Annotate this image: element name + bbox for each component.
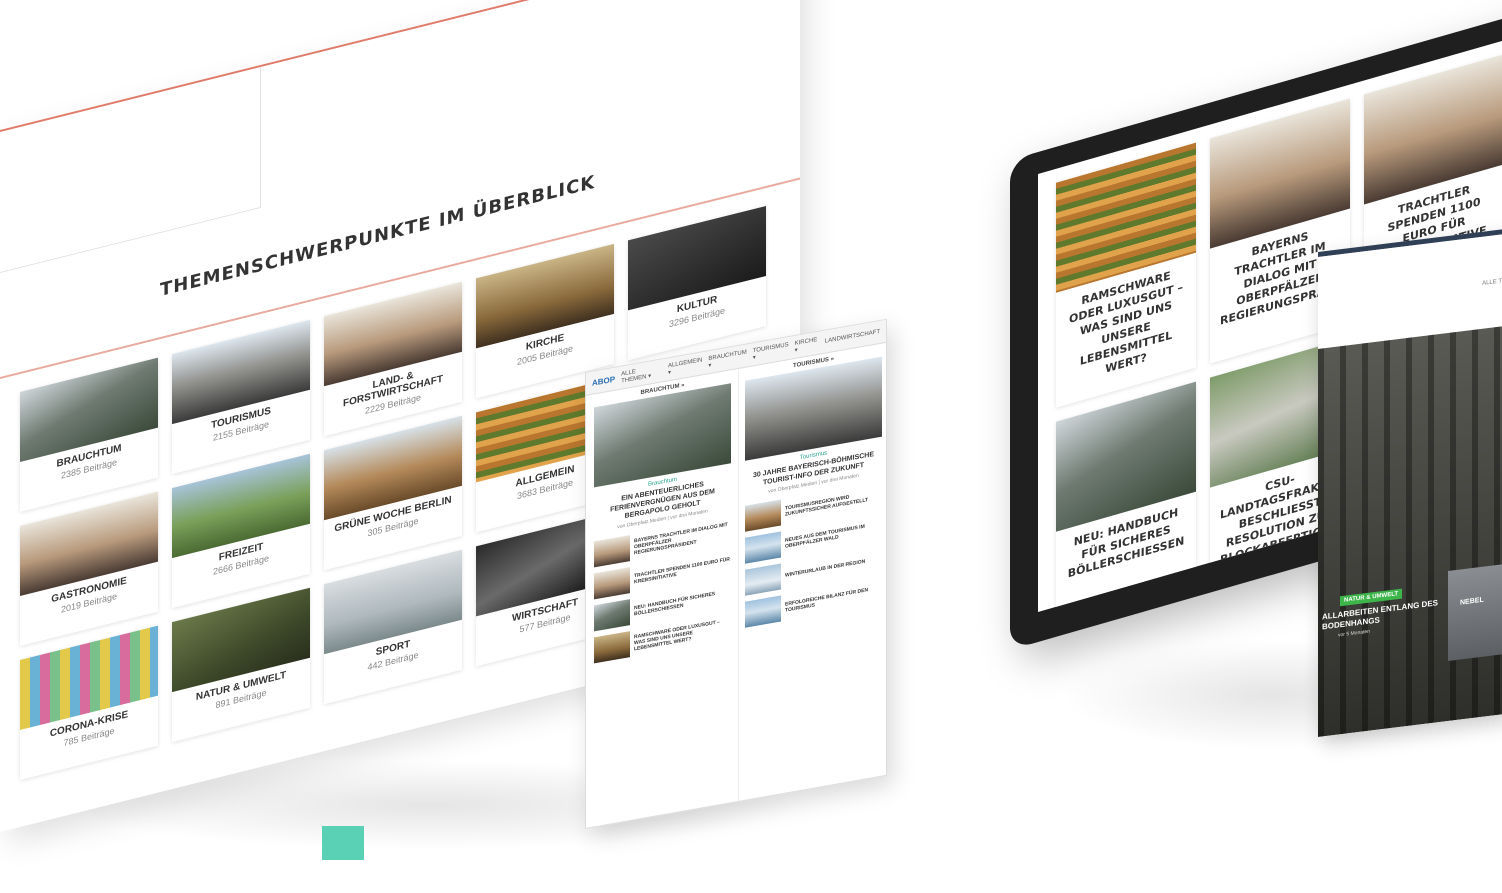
tablet-screen: ABOP ALLE THEMEN ▾ ALLGEMEIN ▾ BRAUCHTUM ▾… [585, 318, 887, 829]
category-card[interactable]: GRÜNE WOCHE BERLIN 305 Beiträge [324, 415, 462, 571]
category-card[interactable]: KULTUR 3296 Beiträge [628, 206, 766, 361]
category-card[interactable]: BRAUCHTUM 2385 Beiträge [20, 357, 158, 513]
mockup-scene: THEMENSCHWERPUNKTE IM ÜBERBLICK BRAUCHTU… [0, 0, 1502, 893]
site-logo[interactable]: ABOP [592, 374, 615, 387]
article-list: BAYERNS TRACHTLER IM DIALOG MIT OBERPFÄL… [590, 517, 735, 665]
list-thumbnail[interactable] [594, 567, 630, 600]
nav-item[interactable]: ALLGEMEIN ▾ [668, 357, 702, 376]
category-thumbnail[interactable] [628, 206, 766, 311]
list-title[interactable]: ERFOLGREICHE BILANZ FÜR DEN TOURISMUS [785, 585, 882, 614]
list-title[interactable]: NEU: HANDBUCH FÜR SICHERES BÖLLERSCHIESS… [634, 588, 731, 617]
background-panel [0, 66, 261, 274]
category-card[interactable]: CORONA-KRISE 785 Beiträge [20, 625, 158, 781]
category-thumbnail[interactable] [172, 587, 310, 693]
article-card[interactable]: RAMSCHWARE ODER LUXUSGUT – WAS SIND UNS … [1056, 142, 1196, 408]
category-card[interactable]: SPORT 442 Beiträge [324, 549, 462, 705]
all-topics-link[interactable]: ALLE T [1482, 278, 1502, 286]
nav-item[interactable]: BRAUCHTUM ▾ [708, 349, 746, 369]
tourismus-column: TOURISMUS » Tourismus 30 JAHRE BAYERISCH… [738, 343, 886, 802]
article-card[interactable]: NEU: HANDBUCH FÜR SICHERES BÖLLERSCHIESS… [1056, 381, 1196, 612]
category-thumbnail[interactable] [324, 549, 462, 655]
category-thumbnail[interactable] [476, 243, 614, 349]
list-title[interactable]: TOURISMUSREGION WIRD ZUKUNFTSSICHER AUFG… [785, 489, 882, 517]
side-tile[interactable] [1448, 563, 1502, 662]
brauchtum-column: BRAUCHTUM » Brauchtum EIN ABENTEUERLICHE… [590, 371, 735, 828]
list-thumbnail[interactable] [745, 531, 781, 564]
list-thumbnail[interactable] [745, 563, 781, 596]
phone-screen: ALLE T NEBEL NATUR & UMWELT ALLARBEITEN … [1318, 228, 1502, 737]
list-title[interactable]: RAMSCHWARE ODER LUXUSGUT – WAS SIND UNS … [634, 617, 731, 652]
list-title[interactable]: WINTERURLAUB IN DER REGION [785, 559, 865, 579]
category-thumbnail[interactable] [172, 453, 310, 559]
hero-image[interactable] [1318, 325, 1502, 737]
list-title[interactable]: NEUES AUS DEM TOURISMUS IM OBERPFÄLZER W… [785, 521, 882, 550]
list-thumbnail[interactable] [594, 631, 630, 664]
nav-item[interactable]: LANDWIRTSCHAFT [825, 329, 880, 345]
nav-item[interactable]: ALLE THEMEN ▾ [621, 364, 662, 385]
list-thumbnail[interactable] [745, 499, 781, 532]
category-card[interactable]: LAND- & FORSTWIRTSCHAFT 2229 Beiträge [324, 281, 462, 437]
list-thumbnail[interactable] [594, 535, 630, 568]
accent-block [322, 826, 364, 860]
list-thumbnail[interactable] [745, 595, 781, 628]
category-card[interactable]: NATUR & UMWELT 891 Beiträge [172, 587, 310, 743]
list-thumbnail[interactable] [594, 599, 630, 632]
nav-item[interactable]: KIRCHE ▾ [795, 336, 819, 354]
category-thumbnail[interactable] [20, 491, 158, 597]
category-thumbnail[interactable] [172, 319, 310, 425]
category-card[interactable]: GASTRONOMIE 2019 Beiträge [20, 491, 158, 647]
list-title[interactable]: TRACHTLER SPENDEN 1100 EURO FÜR KREBSINI… [634, 556, 731, 585]
category-card[interactable]: TOURISMUS 2155 Beiträge [172, 319, 310, 475]
article-list: TOURISMUSREGION WIRD ZUKUNFTSSICHER AUFG… [741, 481, 886, 629]
nav-item[interactable]: TOURISMUS ▾ [753, 342, 789, 361]
category-thumbnail[interactable] [20, 625, 158, 731]
category-thumbnail[interactable] [20, 357, 158, 463]
category-card[interactable]: FREIZEIT 2666 Beiträge [172, 453, 310, 609]
